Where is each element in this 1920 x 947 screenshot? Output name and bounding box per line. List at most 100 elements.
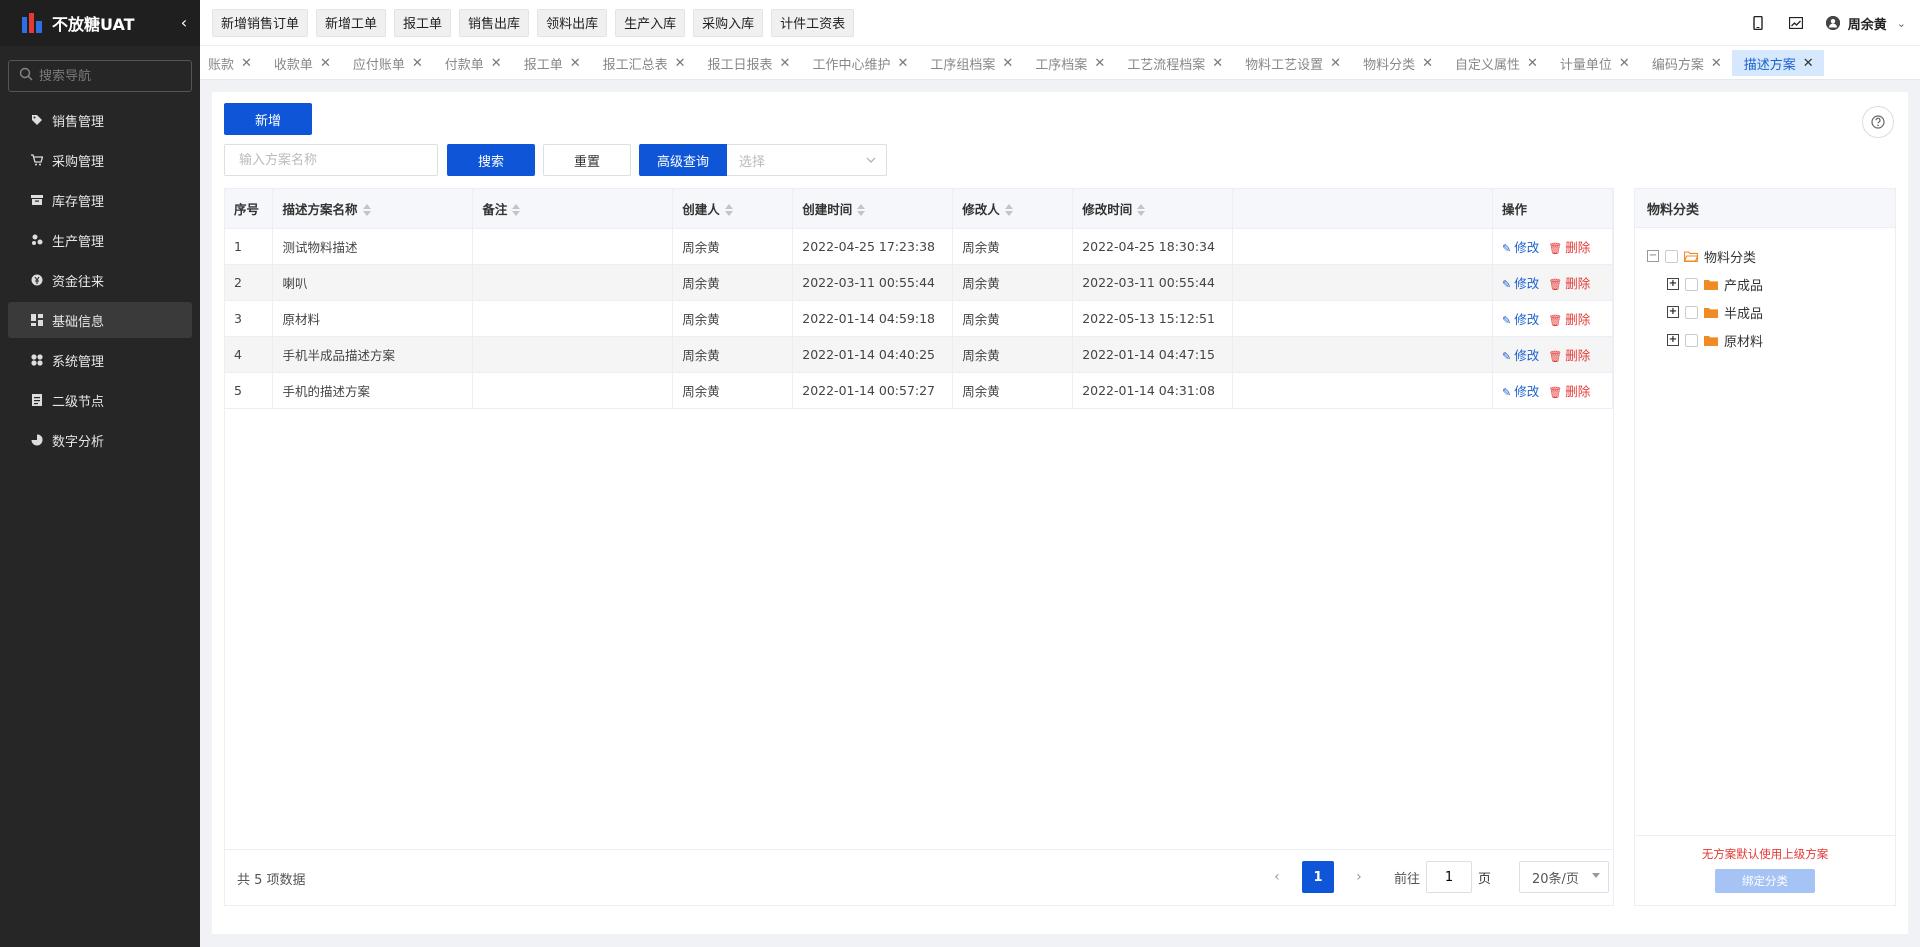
delete-button[interactable]: 🗑 删除	[1548, 348, 1590, 363]
tree-checkbox[interactable]	[1665, 249, 1678, 263]
nav-search-input[interactable]	[39, 68, 179, 84]
collapse-icon[interactable]: −	[1647, 250, 1659, 262]
tab-14[interactable]: 计量单位 ✕	[1548, 50, 1640, 76]
close-icon[interactable]: ✕	[1002, 56, 1013, 71]
close-icon[interactable]: ✕	[570, 56, 581, 71]
table-row[interactable]: 4 手机半成品描述方案 周余黄 2022-01-14 04:40:25 周余黄 2022-…	[225, 336, 1614, 373]
tab-8[interactable]: 工序组档案 ✕	[918, 50, 1023, 76]
table-row[interactable]: 1 测试物料描述 周余黄 2022-04-25 17:23:38 周余黄 2022-04-…	[225, 228, 1614, 265]
close-icon[interactable]: ✕	[320, 56, 331, 71]
sort-icon[interactable]	[1004, 204, 1013, 217]
quick-action-sales-outbound[interactable]: 销售出库	[459, 8, 530, 37]
tree-node-raw-material[interactable]: + 原材料	[1635, 326, 1895, 354]
column-header-name[interactable]: 描述方案名称	[272, 189, 474, 229]
scheme-name-search-input[interactable]	[224, 144, 438, 176]
delete-button[interactable]: 🗑 删除	[1548, 240, 1590, 255]
sidebar-item-system[interactable]: 系统管理	[8, 342, 192, 378]
tab-1[interactable]: 收款单 ✕	[262, 50, 341, 76]
column-header-creator[interactable]: 创建人	[672, 189, 794, 229]
sidebar-item-production[interactable]: 生产管理	[8, 222, 192, 258]
tree-checkbox[interactable]	[1685, 305, 1698, 319]
tab-5[interactable]: 报工汇总表 ✕	[591, 50, 696, 76]
edit-button[interactable]: ✎ 修改	[1502, 348, 1539, 363]
tab-2[interactable]: 应付账单 ✕	[341, 50, 433, 76]
tab-11[interactable]: 物料工艺设置 ✕	[1233, 50, 1351, 76]
edit-button[interactable]: ✎ 修改	[1502, 240, 1539, 255]
delete-button[interactable]: 🗑 删除	[1548, 276, 1590, 291]
sidebar-item-sub-node[interactable]: 二级节点	[8, 382, 192, 418]
tab-0[interactable]: 账款 ✕	[200, 50, 262, 76]
table-row[interactable]: 2 喇叭 周余黄 2022-03-11 00:55:44 周余黄 2022-03-11 0…	[225, 264, 1614, 301]
user-menu[interactable]: 周余黄 ⌄	[1825, 14, 1906, 33]
tree-node-finished[interactable]: + 产成品	[1635, 270, 1895, 298]
quick-action-material-outbound[interactable]: 领料出库	[537, 8, 608, 37]
close-icon[interactable]: ✕	[1094, 56, 1105, 71]
collapse-sidebar-icon[interactable]: ‹	[174, 13, 194, 33]
mobile-icon[interactable]	[1750, 15, 1766, 31]
tab-16[interactable]: 描述方案 ✕	[1731, 50, 1824, 76]
search-button[interactable]: 搜索	[447, 144, 535, 176]
quick-action-piece-wage[interactable]: 计件工资表	[771, 8, 855, 37]
column-header-created-at[interactable]: 创建时间	[792, 189, 954, 229]
delete-button[interactable]: 🗑 删除	[1548, 312, 1590, 327]
tab-15[interactable]: 编码方案 ✕	[1640, 50, 1732, 76]
sidebar-item-purchase[interactable]: 采购管理	[8, 142, 192, 178]
tree-node-semi-finished[interactable]: + 半成品	[1635, 298, 1895, 326]
page-size-select[interactable]: 20条/页	[1519, 861, 1609, 893]
quick-action-work-report[interactable]: 报工单	[394, 8, 452, 37]
sidebar-item-inventory[interactable]: 库存管理	[8, 182, 192, 218]
reset-button[interactable]: 重置	[543, 144, 631, 176]
sidebar-item-sales[interactable]: 销售管理	[8, 102, 192, 138]
quick-action-new-work-order[interactable]: 新增工单	[316, 8, 387, 37]
edit-button[interactable]: ✎ 修改	[1502, 312, 1539, 327]
table-row[interactable]: 5 手机的描述方案 周余黄 2022-01-14 00:57:27 周余黄 2022-01…	[225, 372, 1614, 409]
goto-page-input[interactable]	[1425, 861, 1472, 893]
tree-checkbox[interactable]	[1685, 333, 1698, 347]
tab-12[interactable]: 物料分类 ✕	[1351, 50, 1443, 76]
sidebar-item-finance[interactable]: 资金往来	[8, 262, 192, 298]
quick-action-purchase-inbound[interactable]: 采购入库	[693, 8, 764, 37]
tab-4[interactable]: 报工单 ✕	[512, 50, 591, 76]
prev-page-icon[interactable]: ‹	[1262, 861, 1292, 893]
expand-icon[interactable]: +	[1667, 334, 1679, 346]
tab-10[interactable]: 工艺流程档案 ✕	[1115, 50, 1233, 76]
tree-node-root[interactable]: − 物料分类	[1635, 242, 1895, 270]
expand-icon[interactable]: +	[1667, 306, 1679, 318]
help-icon[interactable]	[1862, 106, 1894, 138]
sort-icon[interactable]	[857, 204, 866, 217]
edit-button[interactable]: ✎ 修改	[1502, 276, 1539, 291]
tab-13[interactable]: 自定义属性 ✕	[1443, 50, 1548, 76]
expand-icon[interactable]: +	[1667, 278, 1679, 290]
close-icon[interactable]: ✕	[1803, 56, 1814, 71]
tab-9[interactable]: 工序档案 ✕	[1023, 50, 1115, 76]
tree-checkbox[interactable]	[1685, 277, 1698, 291]
next-page-icon[interactable]: ›	[1344, 861, 1374, 893]
sidebar-item-analytics[interactable]: 数字分析	[8, 422, 192, 458]
sort-icon[interactable]	[362, 204, 371, 217]
advanced-query-select[interactable]: 选择	[727, 144, 887, 176]
close-icon[interactable]: ✕	[897, 56, 908, 71]
quick-action-production-inbound[interactable]: 生产入库	[615, 8, 686, 37]
tab-3[interactable]: 付款单 ✕	[433, 50, 512, 76]
column-header-modifier[interactable]: 修改人	[952, 189, 1074, 229]
quick-action-new-sales-order[interactable]: 新增销售订单	[212, 8, 309, 37]
dashboard-icon[interactable]	[1788, 15, 1804, 31]
close-icon[interactable]: ✕	[491, 56, 502, 71]
tab-6[interactable]: 报工日报表 ✕	[696, 50, 801, 76]
close-icon[interactable]: ✕	[1422, 56, 1433, 71]
close-icon[interactable]: ✕	[675, 56, 686, 71]
bind-category-button[interactable]: 绑定分类	[1715, 869, 1815, 893]
close-icon[interactable]: ✕	[780, 56, 791, 71]
advanced-query-button[interactable]: 高级查询	[639, 144, 727, 176]
nav-search[interactable]	[8, 60, 192, 92]
sort-icon[interactable]	[1137, 204, 1146, 217]
page-number-1[interactable]: 1	[1301, 861, 1334, 893]
delete-button[interactable]: 🗑 删除	[1548, 384, 1590, 399]
close-icon[interactable]: ✕	[412, 56, 423, 71]
close-icon[interactable]: ✕	[1527, 56, 1538, 71]
column-header-remark[interactable]: 备注	[472, 189, 674, 229]
close-icon[interactable]: ✕	[1619, 56, 1630, 71]
close-icon[interactable]: ✕	[1212, 56, 1223, 71]
table-row[interactable]: 3 原材料 周余黄 2022-01-14 04:59:18 周余黄 2022-05-13 …	[225, 300, 1614, 337]
edit-button[interactable]: ✎ 修改	[1502, 384, 1539, 399]
